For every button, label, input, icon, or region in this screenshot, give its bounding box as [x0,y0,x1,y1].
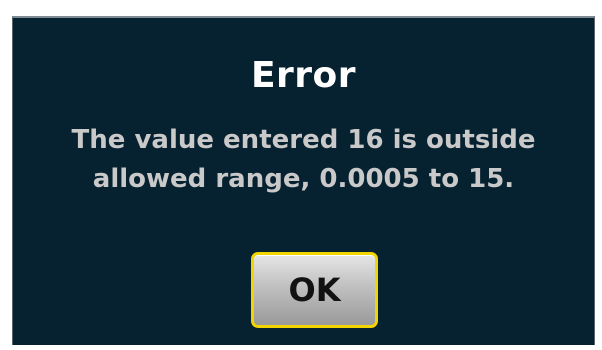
error-dialog: Error The value entered 16 is outside al… [12,16,595,345]
error-message: The value entered 16 is outside allowed … [33,121,574,199]
dialog-title: Error [250,55,357,96]
ok-button[interactable]: OK [251,252,378,328]
screen: Error The value entered 16 is outside al… [0,0,602,350]
error-message-line-1: The value entered 16 is outside [71,125,536,155]
error-message-line-2: allowed range, 0.0005 to 15. [92,164,515,194]
